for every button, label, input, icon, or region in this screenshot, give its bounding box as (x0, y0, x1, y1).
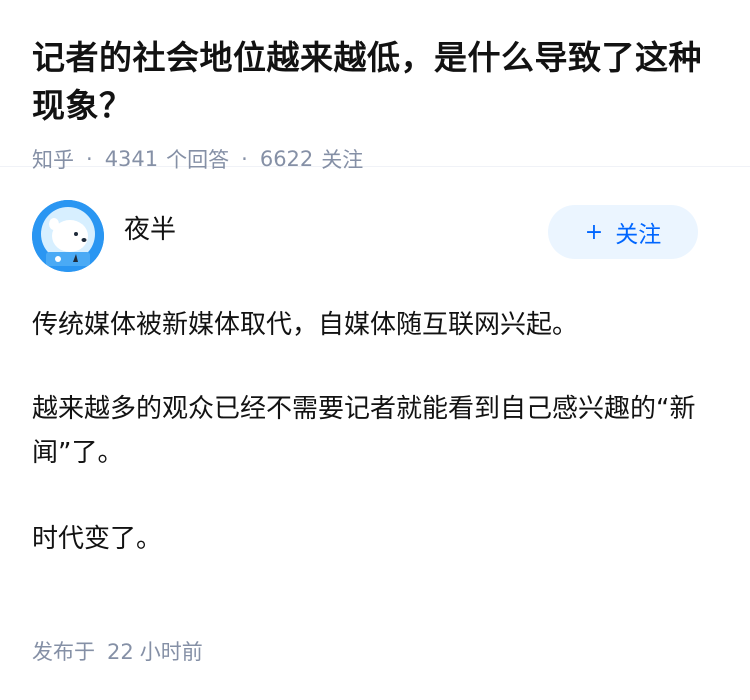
question-meta: 知乎 · 4341 个回答 · 6622 关注 (32, 144, 718, 174)
plus-icon: + (584, 219, 604, 245)
follow-count-label[interactable]: 关注 (321, 144, 363, 174)
answer-paragraph: 时代变了。 (32, 524, 163, 554)
answer-count: 4341 (104, 147, 159, 171)
author-row: 夜半 + 关注 (32, 199, 718, 273)
publish-unit: 小时前 (139, 640, 203, 664)
meta-separator: · (86, 147, 93, 171)
author-name[interactable]: 夜半 (124, 209, 176, 246)
answer-paragraph: 传统媒体被新媒体取代，自媒体随互联网兴起。 (32, 310, 579, 340)
meta-separator: · (241, 147, 248, 171)
publish-time[interactable]: 发布于 22 小时前 (32, 636, 203, 666)
follow-button-label: 关注 (615, 222, 662, 248)
answer-card: 夜半 + 关注 传统媒体被新媒体取代，自媒体随互联网兴起。 越来越多的观众已经不… (0, 199, 750, 561)
answer-count-label[interactable]: 个回答 (166, 144, 229, 174)
publish-prefix: 发布于 (32, 640, 95, 664)
answer-content: 传统媒体被新媒体取代，自媒体随互联网兴起。 越来越多的观众已经不需要记者就能看到… (32, 303, 718, 561)
answer-paragraph: 越来越多的观众已经不需要记者就能看到自己感兴趣的“新闻”了。 (32, 394, 696, 468)
publish-value: 22 (107, 640, 134, 664)
question-header: 记者的社会地位越来越低，是什么导致了这种现象？ 知乎 · 4341 个回答 · … (0, 0, 750, 172)
avatar[interactable] (32, 200, 104, 272)
avatar-image-icon (32, 200, 104, 272)
follow-button[interactable]: + 关注 (548, 205, 698, 259)
source-label[interactable]: 知乎 (32, 144, 74, 174)
question-title[interactable]: 记者的社会地位越来越低，是什么导致了这种现象？ (32, 34, 718, 130)
follow-count: 6622 (259, 147, 314, 171)
